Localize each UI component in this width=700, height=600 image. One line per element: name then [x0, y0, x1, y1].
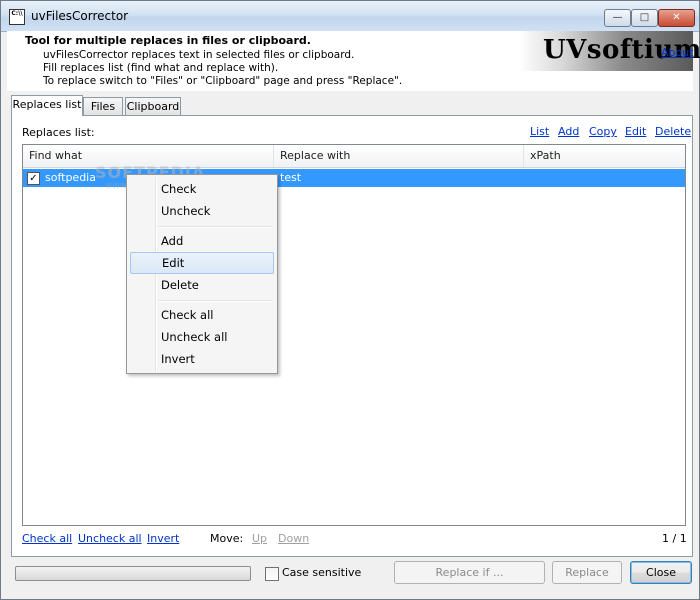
menu-item-invert[interactable]: Invert [130, 348, 274, 370]
header-line-1: uvFilesCorrector replaces text in select… [43, 49, 355, 61]
progress-bar [15, 566, 251, 581]
tab-files[interactable]: Files [83, 97, 123, 115]
row-find-cell: softpedia [45, 171, 96, 184]
move-label: Move: [210, 532, 244, 545]
replaces-list-panel: Replaces list: List Add Copy Edit Delete… [11, 115, 693, 557]
context-menu: Check Uncheck Add Edit Delete Check all … [126, 174, 278, 374]
main-window: C:\\ uvFilesCorrector — □ ✕ Tool for mul… [0, 0, 700, 600]
menu-item-check-all[interactable]: Check all [130, 304, 274, 326]
minimize-button[interactable]: — [604, 9, 631, 27]
header-line-3: To replace switch to "Files" or "Clipboa… [43, 75, 403, 87]
maximize-button[interactable]: □ [631, 9, 658, 27]
row-checkbox[interactable]: ✓ [27, 172, 40, 185]
replaces-list-label: Replaces list: [22, 126, 95, 139]
menu-item-delete[interactable]: Delete [130, 274, 274, 296]
tab-clipboard[interactable]: Clipboard [125, 97, 181, 115]
check-all-link[interactable]: Check all [22, 532, 72, 545]
menu-item-uncheck[interactable]: Uncheck [130, 200, 274, 222]
invert-link[interactable]: Invert [147, 532, 179, 545]
replace-if-button[interactable]: Replace if ... [394, 561, 545, 584]
close-icon: ✕ [672, 12, 681, 23]
header-title: Tool for multiple replaces in files or c… [25, 34, 311, 47]
list-link[interactable]: List [530, 125, 549, 138]
menu-item-uncheck-all[interactable]: Uncheck all [130, 326, 274, 348]
replace-button[interactable]: Replace [552, 561, 622, 584]
menu-item-edit[interactable]: Edit [130, 252, 274, 274]
close-button[interactable]: Close [630, 561, 692, 584]
maximize-icon: □ [639, 12, 650, 23]
copy-link[interactable]: Copy [589, 125, 617, 138]
move-down-link[interactable]: Down [278, 532, 309, 545]
tab-replaces-list[interactable]: Replaces list [11, 95, 83, 116]
about-link[interactable]: About [661, 46, 694, 59]
case-sensitive-checkbox[interactable] [265, 567, 279, 581]
menu-separator [158, 300, 272, 302]
menu-item-check[interactable]: Check [130, 178, 274, 200]
close-window-button[interactable]: ✕ [658, 9, 695, 27]
window-title: uvFilesCorrector [31, 9, 129, 23]
delete-link[interactable]: Delete [655, 125, 691, 138]
column-replace-with[interactable]: Replace with [274, 145, 524, 167]
uncheck-all-link[interactable]: Uncheck all [78, 532, 142, 545]
page-indicator: 1 / 1 [662, 532, 687, 545]
header-banner: Tool for multiple replaces in files or c… [7, 31, 700, 91]
app-icon: C:\\ [9, 9, 25, 25]
edit-link[interactable]: Edit [625, 125, 646, 138]
move-up-link[interactable]: Up [252, 532, 267, 545]
menu-separator [158, 226, 272, 228]
add-link[interactable]: Add [558, 125, 579, 138]
replaces-grid[interactable]: Find what Replace with xPath ✓ softpedia… [22, 144, 686, 526]
minimize-icon: — [612, 12, 623, 23]
header-line-2: Fill replaces list (find what and replac… [43, 62, 279, 74]
menu-item-add[interactable]: Add [130, 230, 274, 252]
case-sensitive-label[interactable]: Case sensitive [282, 566, 361, 579]
row-replace-cell: test [280, 171, 302, 184]
column-xpath[interactable]: xPath [524, 145, 685, 167]
title-bar: C:\\ uvFilesCorrector — □ ✕ [1, 1, 699, 32]
